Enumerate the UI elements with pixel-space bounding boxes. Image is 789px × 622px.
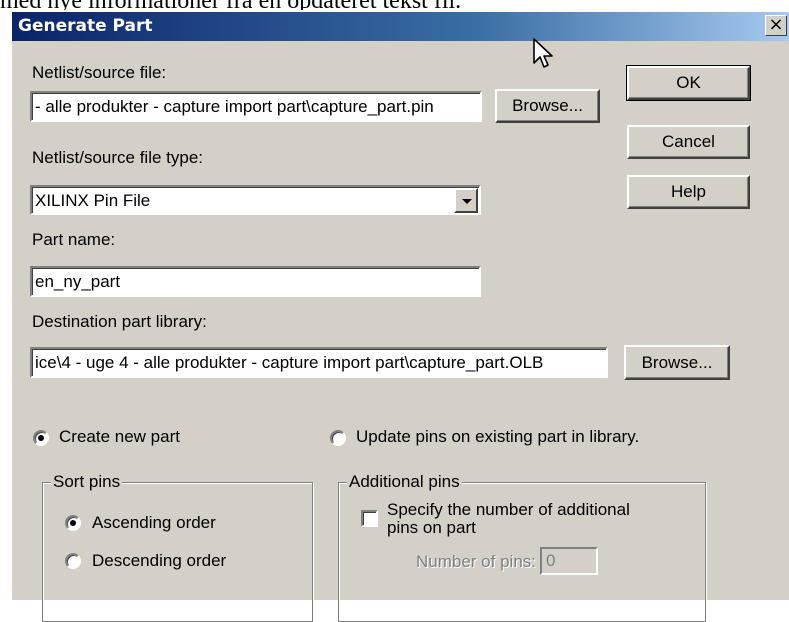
netlist-browse-button[interactable]: Browse...	[495, 89, 600, 123]
ascending-order-radio[interactable]	[65, 515, 81, 531]
destination-library-label: Destination part library:	[32, 312, 207, 331]
part-name-input[interactable]: en_ny_part	[30, 266, 481, 297]
descending-order-label[interactable]: Descending order	[92, 551, 226, 571]
create-new-part-label[interactable]: Create new part	[59, 427, 180, 447]
netlist-type-select[interactable]: XILINX Pin File	[30, 185, 481, 215]
update-pins-radio[interactable]	[330, 430, 346, 446]
help-button[interactable]: Help	[627, 175, 750, 209]
create-new-part-radio[interactable]	[33, 430, 49, 446]
specify-additional-pins-label-line2[interactable]: pins on part	[387, 518, 476, 538]
title-bar[interactable]: Generate Part ×	[12, 12, 789, 41]
number-of-pins-input[interactable]: 0	[540, 547, 598, 575]
number-of-pins-label: Number of pins:	[416, 552, 536, 571]
part-name-label: Part name:	[32, 230, 116, 249]
mouse-pointer-icon	[533, 38, 553, 68]
destination-library-input[interactable]: ice\4 - uge 4 - alle produkter - capture…	[30, 347, 608, 378]
netlist-type-label: Netlist/source file type:	[32, 148, 204, 167]
destination-browse-button[interactable]: Browse...	[624, 345, 730, 380]
additional-pins-title: Additional pins	[347, 472, 462, 492]
netlist-file-label: Netlist/source file:	[32, 63, 167, 82]
netlist-file-input[interactable]: - alle produkter - capture import part\c…	[30, 91, 482, 122]
ok-button[interactable]: OK	[626, 65, 751, 101]
cancel-button[interactable]: Cancel	[627, 125, 750, 159]
netlist-type-value: XILINX Pin File	[35, 191, 151, 210]
update-pins-label[interactable]: Update pins on existing part in library.	[356, 427, 639, 447]
close-button[interactable]: ×	[765, 15, 787, 36]
descending-order-radio[interactable]	[65, 553, 81, 569]
chevron-down-icon[interactable]	[454, 188, 478, 213]
dialog-title: Generate Part	[18, 16, 153, 36]
ascending-order-label[interactable]: Ascending order	[92, 513, 216, 533]
specify-additional-pins-label-line1[interactable]: Specify the number of additional	[387, 500, 630, 520]
close-icon: ×	[768, 14, 784, 35]
specify-additional-pins-checkbox[interactable]	[361, 510, 378, 527]
sort-pins-title: Sort pins	[51, 472, 123, 492]
generate-part-dialog: Generate Part × Netlist/source file: - a…	[10, 10, 789, 622]
